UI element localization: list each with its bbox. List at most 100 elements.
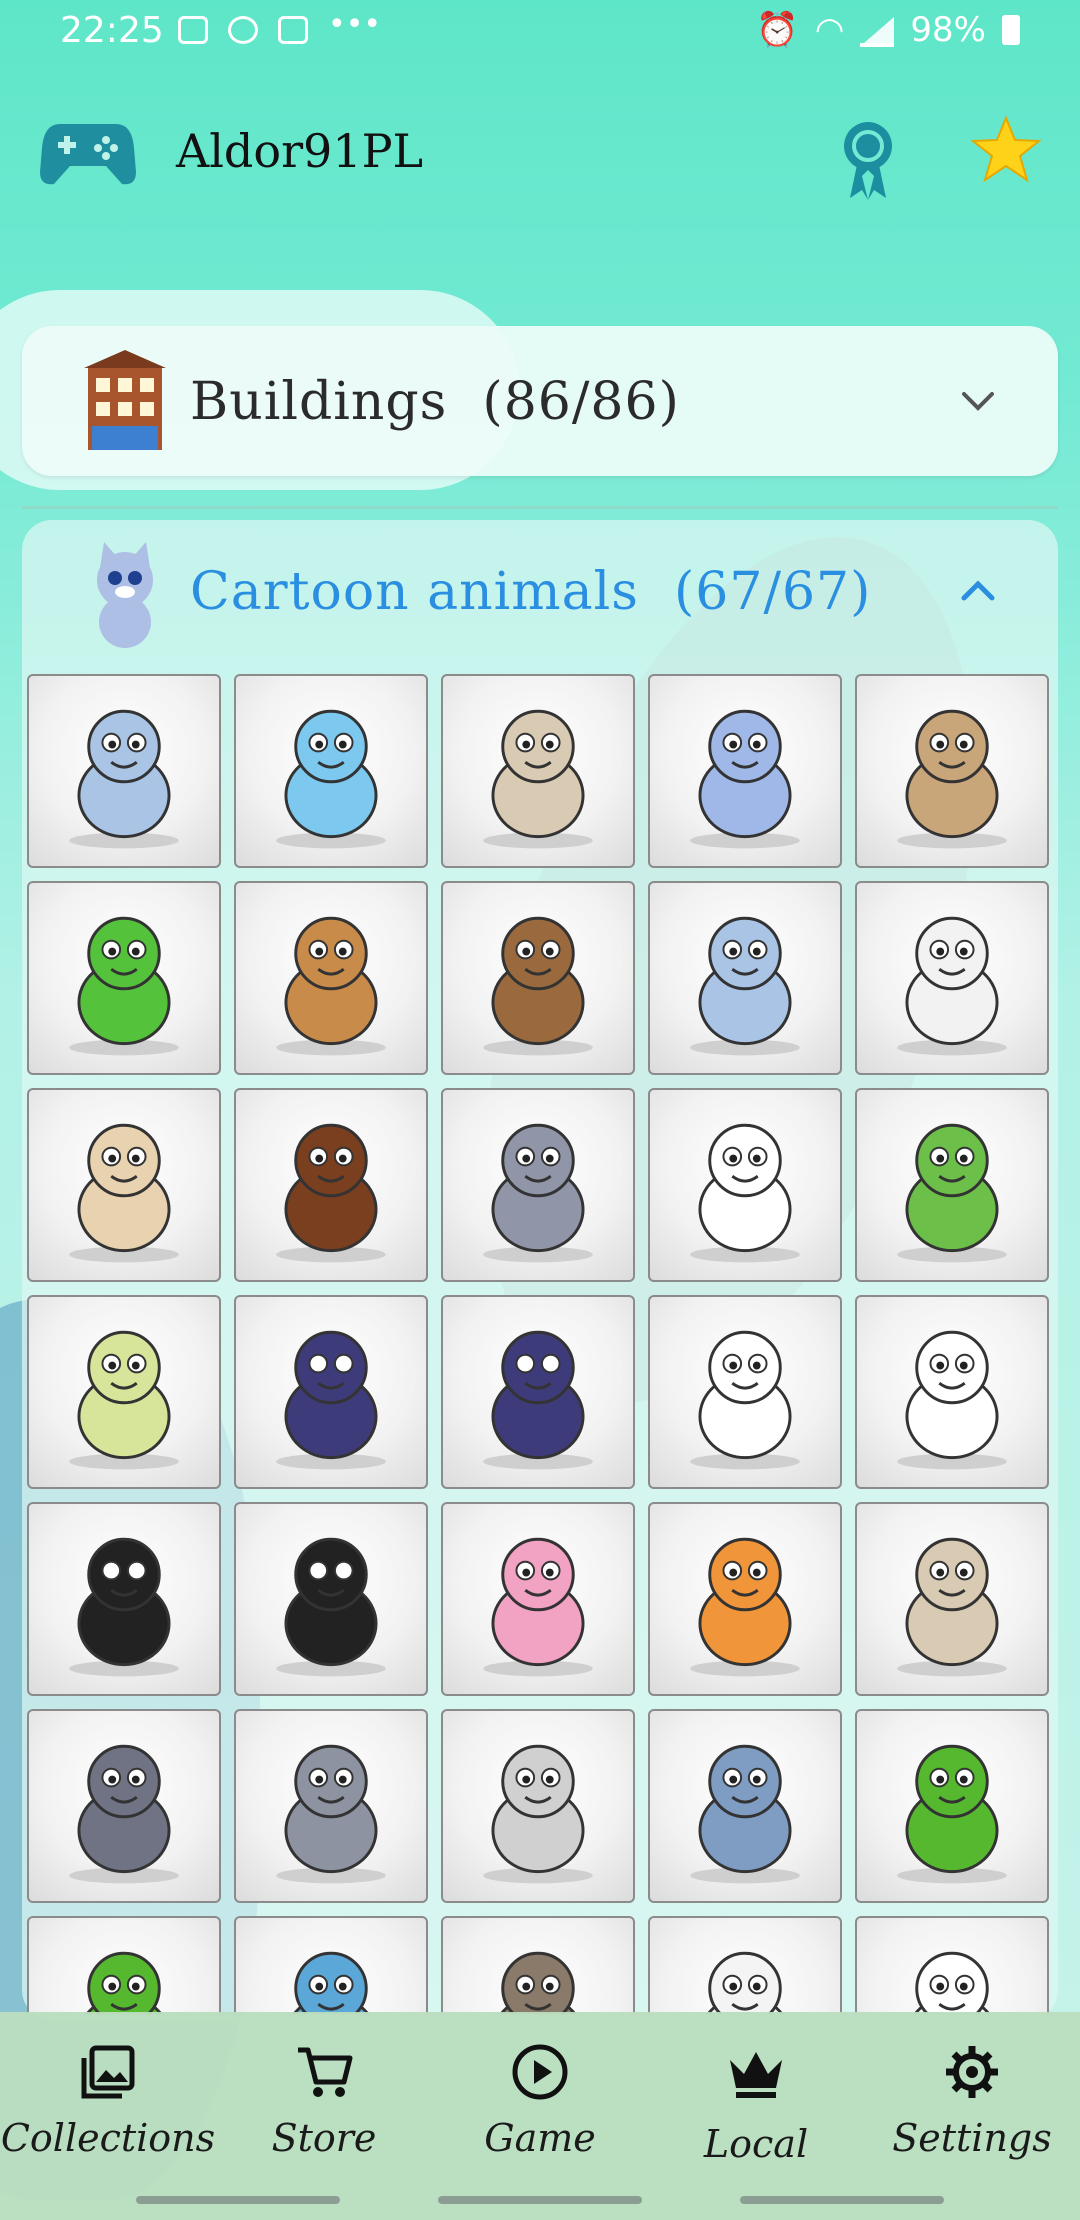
animal-tile-eagle[interactable]	[648, 1916, 842, 2014]
animal-tile-elephant[interactable]	[27, 674, 221, 868]
gesture-bar	[136, 2196, 340, 2204]
animal-tile-penguin[interactable]	[27, 1502, 221, 1696]
app-notification-icon	[228, 16, 258, 44]
nav-collections[interactable]: Collections	[0, 2042, 216, 2192]
animal-tile-crocodile[interactable]	[27, 881, 221, 1075]
gallery-icon	[178, 16, 208, 44]
animal-tile-wolf[interactable]	[441, 1916, 635, 2014]
status-bar: 22:25 ••• ⏰ ◠ 98%	[0, 0, 1080, 64]
animal-tile-mouse[interactable]	[27, 1709, 221, 1903]
animal-tile-hippo[interactable]	[441, 1088, 635, 1282]
gesture-bar	[438, 2196, 642, 2204]
dog-in-bath-icon	[276, 916, 386, 1056]
animal-tile-octopus[interactable]	[27, 1295, 221, 1489]
hippo-icon	[483, 1123, 593, 1263]
animal-tile-dog[interactable]	[441, 881, 635, 1075]
animal-tile-turtle[interactable]	[855, 1709, 1049, 1903]
animal-tile-rabbit[interactable]	[441, 674, 635, 868]
seal-icon	[483, 1744, 593, 1884]
collection-buildings[interactable]: Buildings (86/86)	[22, 326, 1058, 476]
animal-tile-panda[interactable]	[648, 1295, 842, 1489]
hamster-icon	[69, 1123, 179, 1263]
calendar-icon	[278, 16, 308, 44]
animal-tile-goose[interactable]	[855, 881, 1049, 1075]
animal-tile-elephant[interactable]	[648, 881, 842, 1075]
eagle-icon	[706, 1951, 784, 2014]
animal-tile-panda[interactable]	[855, 1295, 1049, 1489]
animal-tile-sheep[interactable]	[648, 1088, 842, 1282]
animal-tile-hedgehog[interactable]	[234, 1088, 428, 1282]
animal-tile-pig[interactable]	[441, 1502, 635, 1696]
rabbit-icon	[897, 1537, 1007, 1677]
cat-icon	[690, 709, 800, 849]
app-header: Aldor91PL	[0, 100, 1080, 210]
collection-title: Cartoon animals (67/67)	[190, 562, 872, 622]
gesture-bar	[740, 2196, 944, 2204]
star-icon[interactable]	[970, 114, 1042, 186]
nav-label: Game	[484, 2116, 596, 2160]
nav-label: Store	[271, 2116, 377, 2160]
animal-tile-zebra[interactable]	[855, 1916, 1049, 2014]
mouse-icon	[69, 1744, 179, 1884]
bottom-navigation: Collections Store Game Local Settings	[0, 2012, 1080, 2220]
play-icon	[512, 2044, 568, 2100]
animal-tile-rabbit[interactable]	[855, 1502, 1049, 1696]
turtle-icon	[897, 1744, 1007, 1884]
animal-tile-penguin[interactable]	[234, 1502, 428, 1696]
shark-icon	[690, 1744, 800, 1884]
panda-icon	[690, 1330, 800, 1470]
chevron-up-icon[interactable]	[958, 570, 998, 610]
animal-tile-cat[interactable]	[648, 674, 842, 868]
nav-settings[interactable]: Settings	[864, 2042, 1080, 2192]
cart-icon	[298, 2047, 353, 2097]
animal-tile-owl[interactable]	[441, 1295, 635, 1489]
nav-game[interactable]: Game	[432, 2042, 648, 2192]
collection-title: Buildings (86/86)	[190, 372, 680, 432]
rabbit-icon	[483, 709, 593, 849]
animal-tile-hamster[interactable]	[27, 1088, 221, 1282]
whale-icon	[292, 1951, 370, 2014]
crocodile-icon	[69, 916, 179, 1056]
chevron-down-icon[interactable]	[958, 380, 998, 420]
animal-tile-frog-witch[interactable]	[855, 1088, 1049, 1282]
wifi-icon: ◠	[814, 10, 845, 50]
alarm-icon: ⏰	[756, 10, 799, 50]
animal-tile-sleeping-cat[interactable]	[855, 674, 1049, 868]
signal-icon	[860, 13, 895, 47]
animal-tile-seal[interactable]	[441, 1709, 635, 1903]
panda-icon	[897, 1330, 1007, 1470]
bird-icon	[276, 709, 386, 849]
zebra-icon	[913, 1951, 991, 2014]
cartoon-animals-grid	[26, 674, 1056, 2014]
animal-tile-turtle[interactable]	[27, 1916, 221, 2014]
octopus-icon	[69, 1330, 179, 1470]
nav-label: Collections	[0, 2116, 216, 2160]
hedgehog-icon	[276, 1123, 386, 1263]
animal-tile-rhino[interactable]	[234, 1709, 428, 1903]
owl-icon	[276, 1330, 386, 1470]
gear-icon	[946, 2046, 998, 2098]
frog-witch-icon	[897, 1123, 1007, 1263]
nav-label: Local	[703, 2122, 809, 2166]
animal-tile-bird[interactable]	[234, 674, 428, 868]
status-time: 22:25	[60, 10, 164, 51]
animal-tile-shark[interactable]	[648, 1709, 842, 1903]
notification-icons: •••	[178, 10, 381, 44]
wolf-icon	[499, 1951, 577, 2014]
nav-store[interactable]: Store	[216, 2042, 432, 2192]
battery-icon	[1002, 15, 1020, 45]
animal-tile-owl[interactable]	[234, 1295, 428, 1489]
animal-tile-whale[interactable]	[234, 1916, 428, 2014]
animal-tile-puppy[interactable]	[648, 1502, 842, 1696]
collections-icon	[81, 2045, 135, 2099]
animal-tile-dog-in-bath[interactable]	[234, 881, 428, 1075]
goose-icon	[897, 916, 1007, 1056]
elephant-icon	[69, 709, 179, 849]
pig-icon	[483, 1537, 593, 1677]
dog-icon	[483, 916, 593, 1056]
nav-local[interactable]: Local	[648, 2042, 864, 2192]
building-icon	[84, 350, 166, 450]
ribbon-icon[interactable]	[840, 120, 896, 200]
rhino-icon	[276, 1744, 386, 1884]
battery-percent: 98%	[910, 10, 986, 50]
